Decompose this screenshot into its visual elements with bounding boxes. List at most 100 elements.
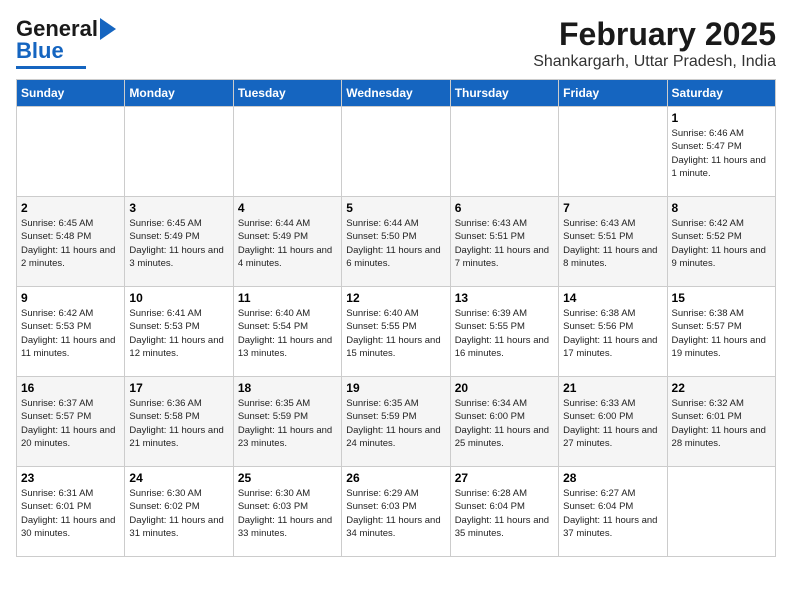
calendar-cell: 23 Sunrise: 6:31 AM Sunset: 6:01 PM Dayli…: [17, 467, 125, 557]
day-number: 2: [21, 201, 120, 215]
day-number: 20: [455, 381, 554, 395]
day-number: 15: [672, 291, 771, 305]
calendar-table: SundayMondayTuesdayWednesdayThursdayFrid…: [16, 79, 776, 557]
logo-blue: Blue: [16, 38, 64, 64]
day-info: Sunrise: 6:43 AM Sunset: 5:51 PM Dayligh…: [455, 217, 554, 270]
calendar-week-row: 1 Sunrise: 6:46 AM Sunset: 5:47 PM Daylig…: [17, 107, 776, 197]
day-number: 22: [672, 381, 771, 395]
calendar-week-row: 23 Sunrise: 6:31 AM Sunset: 6:01 PM Dayli…: [17, 467, 776, 557]
calendar-cell: 11 Sunrise: 6:40 AM Sunset: 5:54 PM Dayli…: [233, 287, 341, 377]
day-info: Sunrise: 6:40 AM Sunset: 5:55 PM Dayligh…: [346, 307, 445, 360]
calendar-cell: 25 Sunrise: 6:30 AM Sunset: 6:03 PM Dayli…: [233, 467, 341, 557]
calendar-cell: 16 Sunrise: 6:37 AM Sunset: 5:57 PM Dayli…: [17, 377, 125, 467]
day-info: Sunrise: 6:35 AM Sunset: 5:59 PM Dayligh…: [238, 397, 337, 450]
day-info: Sunrise: 6:46 AM Sunset: 5:47 PM Dayligh…: [672, 127, 771, 180]
calendar-cell: 19 Sunrise: 6:35 AM Sunset: 5:59 PM Dayli…: [342, 377, 450, 467]
day-number: 1: [672, 111, 771, 125]
day-number: 16: [21, 381, 120, 395]
calendar-cell: 22 Sunrise: 6:32 AM Sunset: 6:01 PM Dayli…: [667, 377, 775, 467]
calendar-cell: [233, 107, 341, 197]
day-info: Sunrise: 6:45 AM Sunset: 5:48 PM Dayligh…: [21, 217, 120, 270]
day-number: 18: [238, 381, 337, 395]
day-number: 3: [129, 201, 228, 215]
calendar-week-row: 16 Sunrise: 6:37 AM Sunset: 5:57 PM Dayli…: [17, 377, 776, 467]
day-info: Sunrise: 6:45 AM Sunset: 5:49 PM Dayligh…: [129, 217, 228, 270]
day-info: Sunrise: 6:30 AM Sunset: 6:03 PM Dayligh…: [238, 487, 337, 540]
calendar-cell: [667, 467, 775, 557]
day-info: Sunrise: 6:35 AM Sunset: 5:59 PM Dayligh…: [346, 397, 445, 450]
day-info: Sunrise: 6:42 AM Sunset: 5:52 PM Dayligh…: [672, 217, 771, 270]
logo: General Blue: [16, 16, 116, 69]
col-header-sunday: Sunday: [17, 80, 125, 107]
calendar-cell: [342, 107, 450, 197]
calendar-cell: [450, 107, 558, 197]
calendar-cell: 26 Sunrise: 6:29 AM Sunset: 6:03 PM Dayli…: [342, 467, 450, 557]
day-info: Sunrise: 6:37 AM Sunset: 5:57 PM Dayligh…: [21, 397, 120, 450]
day-info: Sunrise: 6:29 AM Sunset: 6:03 PM Dayligh…: [346, 487, 445, 540]
calendar-week-row: 2 Sunrise: 6:45 AM Sunset: 5:48 PM Daylig…: [17, 197, 776, 287]
calendar-cell: 17 Sunrise: 6:36 AM Sunset: 5:58 PM Dayli…: [125, 377, 233, 467]
calendar-cell: 7Sunrise: 6:43 AM Sunset: 5:51 PM Daylig…: [559, 197, 667, 287]
calendar-cell: 20 Sunrise: 6:34 AM Sunset: 6:00 PM Dayli…: [450, 377, 558, 467]
logo-arrow-icon: [100, 18, 116, 40]
day-info: Sunrise: 6:44 AM Sunset: 5:50 PM Dayligh…: [346, 217, 445, 270]
day-number: 17: [129, 381, 228, 395]
calendar-cell: 13 Sunrise: 6:39 AM Sunset: 5:55 PM Dayli…: [450, 287, 558, 377]
calendar-cell: 28 Sunrise: 6:27 AM Sunset: 6:04 PM Dayli…: [559, 467, 667, 557]
day-number: 10: [129, 291, 228, 305]
day-info: Sunrise: 6:36 AM Sunset: 5:58 PM Dayligh…: [129, 397, 228, 450]
day-number: 28: [563, 471, 662, 485]
day-number: 26: [346, 471, 445, 485]
day-number: 6: [455, 201, 554, 215]
calendar-cell: [17, 107, 125, 197]
day-info: Sunrise: 6:40 AM Sunset: 5:54 PM Dayligh…: [238, 307, 337, 360]
calendar-cell: 12Sunrise: 6:40 AM Sunset: 5:55 PM Dayli…: [342, 287, 450, 377]
calendar-cell: 8 Sunrise: 6:42 AM Sunset: 5:52 PM Daylig…: [667, 197, 775, 287]
day-info: Sunrise: 6:44 AM Sunset: 5:49 PM Dayligh…: [238, 217, 337, 270]
calendar-cell: 18 Sunrise: 6:35 AM Sunset: 5:59 PM Dayli…: [233, 377, 341, 467]
day-info: Sunrise: 6:32 AM Sunset: 6:01 PM Dayligh…: [672, 397, 771, 450]
calendar-cell: 10 Sunrise: 6:41 AM Sunset: 5:53 PM Dayli…: [125, 287, 233, 377]
col-header-wednesday: Wednesday: [342, 80, 450, 107]
day-number: 11: [238, 291, 337, 305]
calendar-cell: 4 Sunrise: 6:44 AM Sunset: 5:49 PM Daylig…: [233, 197, 341, 287]
day-info: Sunrise: 6:30 AM Sunset: 6:02 PM Dayligh…: [129, 487, 228, 540]
page-header: General Blue February 2025 Shankargarh, …: [16, 16, 776, 71]
day-info: Sunrise: 6:39 AM Sunset: 5:55 PM Dayligh…: [455, 307, 554, 360]
day-info: Sunrise: 6:34 AM Sunset: 6:00 PM Dayligh…: [455, 397, 554, 450]
title-area: February 2025 Shankargarh, Uttar Pradesh…: [533, 16, 776, 71]
day-number: 21: [563, 381, 662, 395]
day-number: 13: [455, 291, 554, 305]
calendar-cell: [559, 107, 667, 197]
day-number: 4: [238, 201, 337, 215]
day-number: 23: [21, 471, 120, 485]
day-number: 25: [238, 471, 337, 485]
day-number: 14: [563, 291, 662, 305]
month-year-title: February 2025: [533, 16, 776, 53]
day-number: 8: [672, 201, 771, 215]
calendar-cell: 21 Sunrise: 6:33 AM Sunset: 6:00 PM Dayli…: [559, 377, 667, 467]
calendar-cell: 1 Sunrise: 6:46 AM Sunset: 5:47 PM Daylig…: [667, 107, 775, 197]
calendar-cell: 15Sunrise: 6:38 AM Sunset: 5:57 PM Dayli…: [667, 287, 775, 377]
col-header-tuesday: Tuesday: [233, 80, 341, 107]
calendar-cell: 27Sunrise: 6:28 AM Sunset: 6:04 PM Dayli…: [450, 467, 558, 557]
day-number: 24: [129, 471, 228, 485]
day-info: Sunrise: 6:38 AM Sunset: 5:56 PM Dayligh…: [563, 307, 662, 360]
day-info: Sunrise: 6:27 AM Sunset: 6:04 PM Dayligh…: [563, 487, 662, 540]
day-info: Sunrise: 6:28 AM Sunset: 6:04 PM Dayligh…: [455, 487, 554, 540]
col-header-saturday: Saturday: [667, 80, 775, 107]
calendar-cell: 24 Sunrise: 6:30 AM Sunset: 6:02 PM Dayli…: [125, 467, 233, 557]
calendar-cell: 3 Sunrise: 6:45 AM Sunset: 5:49 PM Daylig…: [125, 197, 233, 287]
day-number: 19: [346, 381, 445, 395]
calendar-week-row: 9Sunrise: 6:42 AM Sunset: 5:53 PM Daylig…: [17, 287, 776, 377]
calendar-cell: 2 Sunrise: 6:45 AM Sunset: 5:48 PM Daylig…: [17, 197, 125, 287]
day-number: 9: [21, 291, 120, 305]
calendar-header-row: SundayMondayTuesdayWednesdayThursdayFrid…: [17, 80, 776, 107]
day-info: Sunrise: 6:31 AM Sunset: 6:01 PM Dayligh…: [21, 487, 120, 540]
day-info: Sunrise: 6:33 AM Sunset: 6:00 PM Dayligh…: [563, 397, 662, 450]
col-header-friday: Friday: [559, 80, 667, 107]
calendar-cell: 14 Sunrise: 6:38 AM Sunset: 5:56 PM Dayli…: [559, 287, 667, 377]
col-header-monday: Monday: [125, 80, 233, 107]
col-header-thursday: Thursday: [450, 80, 558, 107]
day-info: Sunrise: 6:41 AM Sunset: 5:53 PM Dayligh…: [129, 307, 228, 360]
